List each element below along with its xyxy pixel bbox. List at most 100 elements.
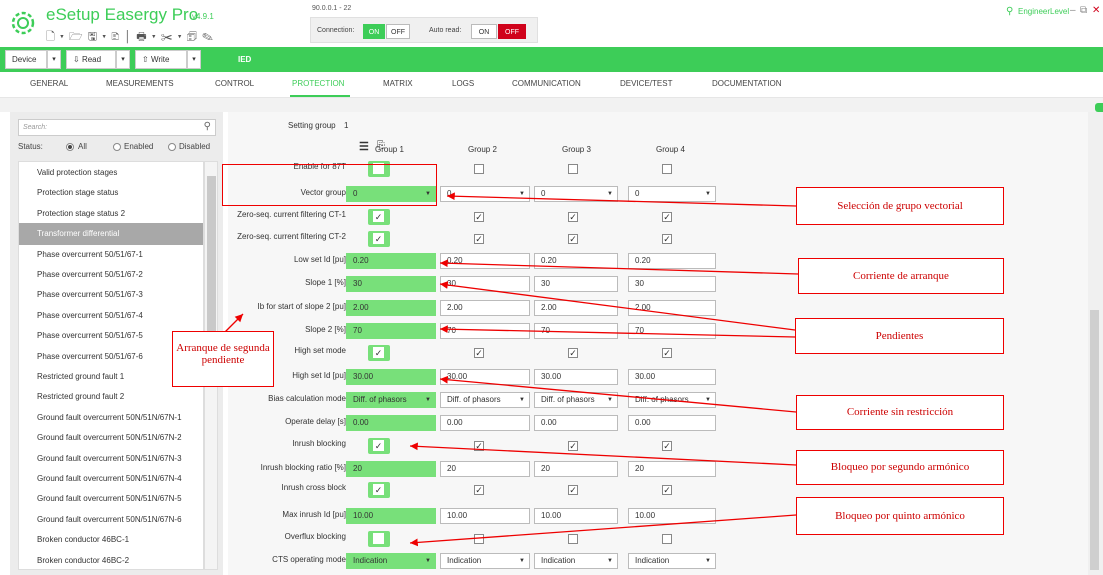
checkbox[interactable]: ✓ xyxy=(662,485,672,495)
checkbox-cell[interactable]: ✓ xyxy=(368,209,390,225)
checkbox[interactable]: ✓ xyxy=(474,212,484,222)
auto-read-off-button[interactable]: OFF xyxy=(498,24,526,39)
value-field[interactable]: 30.00 xyxy=(440,369,530,385)
filter-enabled-radio[interactable] xyxy=(113,143,121,151)
tab-protection[interactable]: PROTECTION xyxy=(292,79,344,88)
menu-icon[interactable]: ☰ xyxy=(359,140,369,153)
tab-general[interactable]: GENERAL xyxy=(30,79,68,88)
dropdown[interactable]: Indication ▼ xyxy=(628,553,716,569)
checkbox[interactable] xyxy=(662,164,672,174)
value-field[interactable]: 30 xyxy=(628,276,716,292)
value-field[interactable]: 2.00 xyxy=(440,300,530,316)
value-field[interactable]: 30 xyxy=(346,276,436,292)
checkbox[interactable] xyxy=(662,534,672,544)
checkbox[interactable]: ✓ xyxy=(662,234,672,244)
dropdown[interactable]: Diff. of phasors ▼ xyxy=(440,392,530,408)
close-icon[interactable]: ✕ xyxy=(1092,5,1100,16)
side-panel-handle[interactable] xyxy=(1095,103,1103,112)
dropdown[interactable]: 0 ▼ xyxy=(534,186,618,202)
value-field[interactable]: 20 xyxy=(534,461,618,477)
checkbox-cell[interactable]: ✓ xyxy=(368,231,390,247)
value-field[interactable]: 2.00 xyxy=(534,300,618,316)
value-field[interactable]: 10.00 xyxy=(440,508,530,524)
checkbox[interactable]: ✓ xyxy=(568,212,578,222)
checkbox[interactable]: ✓ xyxy=(373,233,384,244)
checkbox[interactable]: ✓ xyxy=(662,441,672,451)
search-input[interactable]: Search: ⚲ xyxy=(18,119,216,136)
checkbox[interactable]: ✓ xyxy=(474,441,484,451)
checkbox[interactable] xyxy=(474,164,484,174)
filter-disabled-radio[interactable] xyxy=(168,143,176,151)
search-icon[interactable]: ⚲ xyxy=(204,121,211,132)
filter-all-radio[interactable] xyxy=(66,143,74,151)
value-field[interactable]: 0.00 xyxy=(628,415,716,431)
value-field[interactable]: 0.20 xyxy=(346,253,436,269)
write-button[interactable]: ⇧ Write xyxy=(135,50,187,69)
checkbox-cell[interactable]: ✓ xyxy=(368,482,390,498)
quick-access-icons[interactable]: 🗋 ▾ 🗁 🖫 ▾ 🗈 │ 🖶 ▾ ✂ ▾ 🗊 ✎ xyxy=(46,28,214,47)
value-field[interactable]: 0.20 xyxy=(534,253,618,269)
value-field[interactable]: 20 xyxy=(346,461,436,477)
tab-device-test[interactable]: DEVICE/TEST xyxy=(620,79,672,88)
read-button[interactable]: ⇩ Read xyxy=(66,50,116,69)
dropdown[interactable]: Indication ▼ xyxy=(534,553,618,569)
tab-documentation[interactable]: DOCUMENTATION xyxy=(712,79,781,88)
tab-communication[interactable]: COMMUNICATION xyxy=(512,79,581,88)
checkbox[interactable]: ✓ xyxy=(373,440,384,451)
tab-matrix[interactable]: MATRIX xyxy=(383,79,413,88)
checkbox[interactable]: ✓ xyxy=(474,348,484,358)
checkbox[interactable]: ✓ xyxy=(662,348,672,358)
dropdown[interactable]: Diff. of phasors ▼ xyxy=(628,392,716,408)
checkbox[interactable]: ✓ xyxy=(568,485,578,495)
checkbox[interactable]: ✓ xyxy=(373,347,384,358)
value-field[interactable]: 2.00 xyxy=(346,300,436,316)
tab-measurements[interactable]: MEASUREMENTS xyxy=(106,79,174,88)
checkbox[interactable]: ✓ xyxy=(373,484,384,495)
value-field[interactable]: 70 xyxy=(534,323,618,339)
checkbox[interactable] xyxy=(568,534,578,544)
minimize-icon[interactable]: – xyxy=(1070,5,1076,16)
value-field[interactable]: 30.00 xyxy=(534,369,618,385)
device-dropdown-icon[interactable]: ▾ xyxy=(47,50,61,69)
checkbox[interactable]: ✓ xyxy=(373,211,384,222)
ied-label[interactable]: IED xyxy=(238,55,251,64)
value-field[interactable]: 0.20 xyxy=(628,253,716,269)
dropdown[interactable]: Diff. of phasors ▼ xyxy=(534,392,618,408)
value-field[interactable]: 30 xyxy=(440,276,530,292)
value-field[interactable]: 70 xyxy=(440,323,530,339)
checkbox[interactable] xyxy=(474,534,484,544)
checkbox[interactable]: ✓ xyxy=(568,441,578,451)
write-dropdown-icon[interactable]: ▾ xyxy=(187,50,201,69)
read-dropdown-icon[interactable]: ▾ xyxy=(116,50,130,69)
value-field[interactable]: 0.00 xyxy=(440,415,530,431)
connection-off-button[interactable]: OFF xyxy=(386,24,410,39)
value-field[interactable]: 0.00 xyxy=(346,415,436,431)
main-scroll-thumb[interactable] xyxy=(1090,310,1099,570)
checkbox[interactable]: ✓ xyxy=(568,234,578,244)
dropdown[interactable]: 0 ▼ xyxy=(628,186,716,202)
value-field[interactable]: 70 xyxy=(628,323,716,339)
value-field[interactable]: 20 xyxy=(440,461,530,477)
value-field[interactable]: 0.00 xyxy=(534,415,618,431)
dropdown[interactable]: 0 ▼ xyxy=(440,186,530,202)
checkbox[interactable]: ✓ xyxy=(474,234,484,244)
value-field[interactable]: 30 xyxy=(534,276,618,292)
dropdown[interactable]: Indication ▼ xyxy=(346,553,436,569)
value-field[interactable]: 10.00 xyxy=(628,508,716,524)
value-field[interactable]: 30.00 xyxy=(628,369,716,385)
tab-logs[interactable]: LOGS xyxy=(452,79,474,88)
value-field[interactable]: 10.00 xyxy=(346,508,436,524)
auto-read-on-button[interactable]: ON xyxy=(471,24,497,39)
value-field[interactable]: 70 xyxy=(346,323,436,339)
device-button[interactable]: Device xyxy=(5,50,47,69)
checkbox-cell[interactable] xyxy=(368,531,390,547)
checkbox[interactable]: ✓ xyxy=(474,485,484,495)
value-field[interactable]: 0.20 xyxy=(440,253,530,269)
value-field[interactable]: 10.00 xyxy=(534,508,618,524)
connection-on-button[interactable]: ON xyxy=(363,24,385,39)
tab-control[interactable]: CONTROL xyxy=(215,79,254,88)
value-field[interactable]: 2.00 xyxy=(628,300,716,316)
checkbox-cell[interactable]: ✓ xyxy=(368,438,390,454)
checkbox[interactable] xyxy=(373,533,384,544)
dropdown[interactable]: Diff. of phasors ▼ xyxy=(346,392,436,408)
